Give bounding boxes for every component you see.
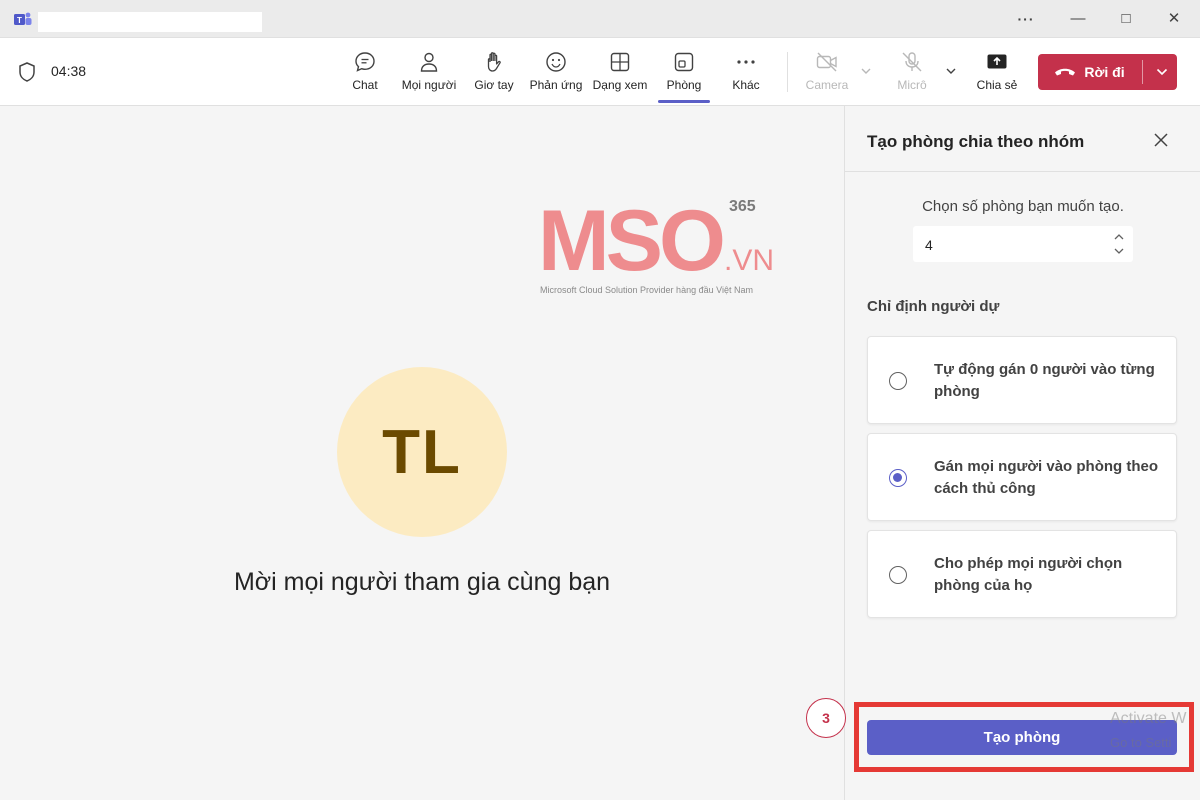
assign-option-label: Gán mọi người vào phòng theo cách thủ cô… [934, 458, 1159, 497]
logo-tagline: Microsoft Cloud Solution Provider hàng đ… [540, 285, 753, 295]
maximize-button[interactable]: □ [1106, 6, 1146, 32]
assign-option-manual[interactable]: Gán mọi người vào phòng theo cách thủ cô… [867, 433, 1177, 521]
rooms-button[interactable]: Phòng [662, 50, 706, 98]
share-icon [987, 54, 1007, 69]
toolbar-separator [787, 52, 788, 92]
activation-watermark: Activate W [1110, 710, 1187, 727]
view-button[interactable]: Dạng xem [590, 50, 650, 98]
meeting-toolbar: 04:38 Chat Mọi người Giơ tay Phản ứng Dạ… [0, 38, 1200, 106]
assign-option-automatic[interactable]: Tự động gán 0 người vào từng phòng [867, 336, 1177, 424]
more-icon [737, 60, 755, 64]
teams-logo-icon: T [14, 12, 32, 25]
mic-off-icon [902, 52, 922, 72]
leave-main-action[interactable]: Rời đi [1038, 54, 1141, 90]
breakout-rooms-panel: Tạo phòng chia theo nhóm Chọn số phòng b… [844, 106, 1200, 800]
chat-button[interactable]: Chat [346, 50, 384, 98]
assign-option-choose[interactable]: Cho phép mọi người chọn phòng của họ [867, 530, 1177, 618]
share-button[interactable]: Chia sẻ [974, 50, 1020, 98]
chat-icon [355, 52, 375, 72]
camera-label: Camera [805, 78, 849, 92]
logo-365: 365 [729, 198, 756, 215]
radio-choose[interactable] [889, 566, 907, 584]
window-title-field [38, 12, 262, 32]
chevron-down-icon[interactable] [1113, 246, 1125, 256]
hang-up-phone-icon [1055, 68, 1076, 76]
chevron-down-icon [1156, 68, 1167, 76]
reaction-label: Phản ứng [529, 78, 583, 92]
svg-text:T: T [17, 16, 22, 25]
window-more-button[interactable]: ··· [1006, 6, 1046, 32]
camera-off-icon [816, 52, 837, 72]
assign-option-label: Cho phép mọi người chọn phòng của họ [934, 555, 1123, 594]
leave-options-button[interactable] [1146, 54, 1177, 90]
more-button[interactable]: Khác [726, 50, 766, 98]
assign-option-label: Tự động gán 0 người vào từng phòng [934, 361, 1155, 400]
view-label: Dạng xem [592, 78, 648, 92]
close-icon[interactable] [1153, 132, 1169, 148]
title-bar: T ··· — □ ✕ [0, 0, 1200, 38]
rooms-label: Phòng [666, 78, 702, 92]
avatar: TL [337, 367, 507, 537]
chat-label: Chat [352, 78, 378, 92]
logo-text: MSO [538, 198, 723, 289]
people-button[interactable]: Mọi người [398, 50, 460, 98]
reaction-button[interactable]: Phản ứng [528, 50, 584, 98]
leave-divider [1142, 60, 1143, 84]
camera-button[interactable]: Camera [803, 50, 851, 98]
room-count-label: Chọn số phòng bạn muốn tạo. [922, 198, 1124, 215]
leave-label: Rời đi [1084, 64, 1125, 80]
more-label: Khác [732, 78, 760, 92]
active-tab-indicator [658, 100, 710, 103]
people-icon [420, 52, 438, 72]
radio-automatic[interactable] [889, 372, 907, 390]
window-close-button[interactable]: ✕ [1154, 6, 1194, 32]
raise-hand-button[interactable]: Giơ tay [472, 50, 516, 98]
radio-manual[interactable] [889, 469, 907, 487]
meeting-timer: 04:38 [51, 63, 87, 79]
mic-label: Micrô [897, 78, 927, 92]
view-grid-icon [610, 52, 630, 72]
people-label: Mọi người [401, 78, 457, 92]
minimize-button[interactable]: — [1058, 6, 1098, 32]
activation-watermark-sub: Go to Setti [1110, 735, 1172, 750]
assign-attendees-label: Chỉ định người dự [867, 298, 1000, 315]
room-count-stepper[interactable]: 4 [913, 226, 1133, 262]
room-count-value: 4 [925, 237, 933, 253]
panel-header: Tạo phòng chia theo nhóm [845, 106, 1200, 172]
share-label: Chia sẻ [976, 78, 1018, 92]
shield-icon [19, 62, 35, 82]
raise-hand-icon [487, 52, 501, 72]
invite-message: Mời mọi người tham gia cùng bạn [233, 568, 611, 596]
panel-title: Tạo phòng chia theo nhóm [867, 132, 1085, 151]
logo-suffix: .VN [724, 244, 774, 277]
mic-button[interactable]: Micrô [892, 50, 932, 98]
rooms-icon [674, 52, 694, 72]
raise-hand-label: Giơ tay [474, 78, 514, 92]
leave-meeting-button[interactable]: Rời đi [1038, 54, 1177, 90]
reaction-icon [546, 52, 566, 72]
camera-options-chevron-icon[interactable] [859, 64, 873, 78]
chevron-up-icon[interactable] [1113, 232, 1125, 242]
step-marker: 3 [806, 698, 846, 738]
mic-options-chevron-icon[interactable] [944, 64, 958, 78]
meeting-stage: MSO .VN 365 Microsoft Cloud Solution Pro… [0, 106, 844, 800]
